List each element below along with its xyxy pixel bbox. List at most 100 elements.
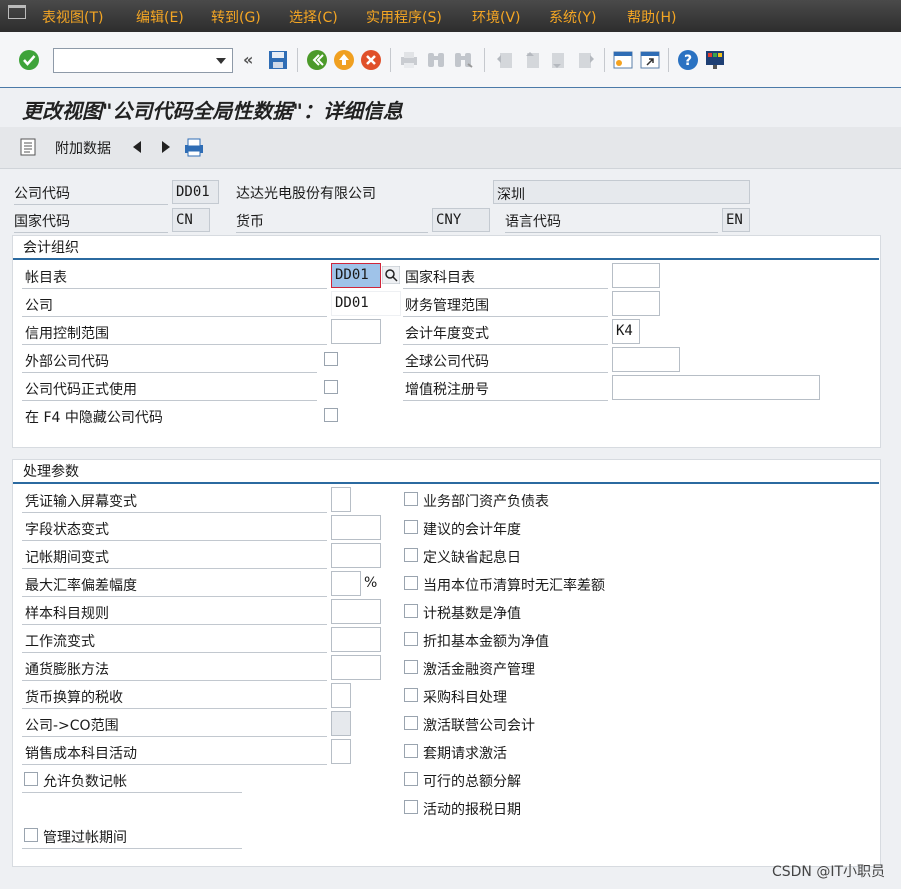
value-help-icon[interactable] (382, 266, 400, 284)
field-input[interactable] (331, 739, 351, 764)
checkbox[interactable] (404, 548, 418, 562)
group-rule (13, 482, 879, 484)
label-underline (22, 624, 327, 625)
checkbox[interactable] (404, 632, 418, 646)
menu-table-view[interactable]: 表视图(T) (42, 7, 103, 27)
manage-posting-periods-checkbox[interactable] (24, 828, 38, 842)
external-company-code-checkbox[interactable] (324, 352, 338, 366)
field-input[interactable] (331, 599, 381, 624)
chart-of-accounts-label: 帐目表 (25, 270, 67, 286)
cancel-icon[interactable] (360, 49, 382, 71)
company-code-productive-label: 公司代码正式使用 (25, 382, 137, 398)
menu-help[interactable]: 帮助(H) (627, 7, 676, 27)
print-icon[interactable] (398, 49, 420, 71)
label-underline (22, 596, 327, 597)
field-input[interactable] (331, 627, 381, 652)
print-icon[interactable] (183, 136, 205, 158)
fiscal-year-variant-input[interactable]: K4 (612, 319, 640, 344)
label-underline (22, 792, 242, 793)
checkbox[interactable] (404, 800, 418, 814)
checkbox-label: 定义缺省起息日 (423, 550, 521, 566)
field-label: 通货膨胀方法 (25, 662, 109, 678)
checkbox-label: 激活联营公司会计 (423, 718, 535, 734)
first-page-icon[interactable] (494, 49, 516, 71)
checkbox-label: 可行的总额分解 (423, 774, 521, 790)
enter-icon[interactable] (18, 49, 40, 71)
allow-negative-postings-checkbox[interactable] (24, 772, 38, 786)
field-label: 工作流变式 (25, 634, 95, 650)
currency-label: 货币 (236, 214, 264, 230)
additional-data-icon[interactable] (20, 138, 38, 156)
checkbox-label: 套期请求激活 (423, 746, 507, 762)
checkbox[interactable] (404, 744, 418, 758)
field-label: 销售成本科目活动 (25, 746, 137, 762)
application-toolbar: 附加数据 (0, 127, 901, 169)
menu-goto[interactable]: 转到(G) (211, 7, 261, 27)
checkbox[interactable] (404, 660, 418, 674)
menu-system[interactable]: 系统(Y) (549, 7, 596, 27)
customize-layout-icon[interactable] (704, 49, 726, 71)
credit-control-area-input[interactable] (331, 319, 381, 344)
command-field[interactable] (53, 48, 233, 73)
field-input[interactable] (331, 683, 351, 708)
field-input[interactable] (331, 655, 381, 680)
save-icon[interactable] (267, 49, 289, 71)
next-page-icon[interactable] (548, 49, 570, 71)
find-next-icon[interactable] (452, 49, 474, 71)
country-chart-of-accounts-label: 国家科目表 (405, 270, 475, 286)
label-underline (22, 540, 327, 541)
checkbox[interactable] (404, 520, 418, 534)
additional-data-button[interactable]: 附加数据 (55, 138, 111, 158)
label-underline (22, 736, 327, 737)
toolbar-separator (297, 48, 298, 72)
toolbar-separator (604, 48, 605, 72)
exit-icon[interactable] (333, 49, 355, 71)
country-chart-of-accounts-input[interactable] (612, 263, 660, 288)
field-label: 记帐期间变式 (25, 550, 109, 566)
label-underline (403, 372, 608, 373)
system-menu-icon[interactable] (8, 5, 26, 19)
find-icon[interactable] (425, 49, 447, 71)
checkbox[interactable] (404, 492, 418, 506)
next-entry-icon[interactable] (160, 140, 172, 154)
global-company-code-input[interactable] (612, 347, 680, 372)
help-icon[interactable]: ? (677, 49, 699, 71)
collapse-icon[interactable]: « (243, 50, 253, 69)
field-label: 凭证输入屏幕变式 (25, 494, 137, 510)
menu-environment[interactable]: 环境(V) (472, 7, 521, 27)
hide-in-f4-label: 在 F4 中隐藏公司代码 (25, 410, 163, 426)
label-underline (22, 512, 327, 513)
hide-in-f4-checkbox[interactable] (324, 408, 338, 422)
prev-page-icon[interactable] (521, 49, 543, 71)
chart-of-accounts-input[interactable]: DD01 (331, 263, 381, 288)
field-input[interactable] (331, 543, 381, 568)
vat-registration-input[interactable] (612, 375, 820, 400)
previous-entry-icon[interactable] (131, 140, 143, 154)
label-underline (22, 400, 317, 401)
label-underline (14, 204, 168, 205)
checkbox[interactable] (404, 604, 418, 618)
company-code-productive-checkbox[interactable] (324, 380, 338, 394)
new-session-icon[interactable] (612, 49, 634, 71)
back-icon[interactable] (306, 49, 328, 71)
menu-selection[interactable]: 选择(C) (289, 7, 338, 27)
currency-value: CNY (432, 208, 490, 232)
field-input[interactable] (331, 515, 381, 540)
field-input[interactable] (331, 571, 361, 596)
dropdown-icon[interactable] (216, 58, 226, 64)
language-key-label: 语言代码 (505, 214, 561, 230)
checkbox[interactable] (404, 716, 418, 730)
shortcut-icon[interactable] (639, 49, 661, 71)
label-underline (22, 652, 327, 653)
checkbox[interactable] (404, 772, 418, 786)
menu-edit[interactable]: 编辑(E) (136, 7, 184, 27)
label-underline (22, 316, 327, 317)
checkbox[interactable] (404, 688, 418, 702)
checkbox-label: 业务部门资产负债表 (423, 494, 549, 510)
menu-utilities[interactable]: 实用程序(S) (366, 7, 442, 27)
fm-area-input[interactable] (612, 291, 660, 316)
field-input[interactable] (331, 487, 351, 512)
last-page-icon[interactable] (575, 49, 597, 71)
checkbox[interactable] (404, 576, 418, 590)
company-input[interactable]: DD01 (331, 291, 401, 316)
